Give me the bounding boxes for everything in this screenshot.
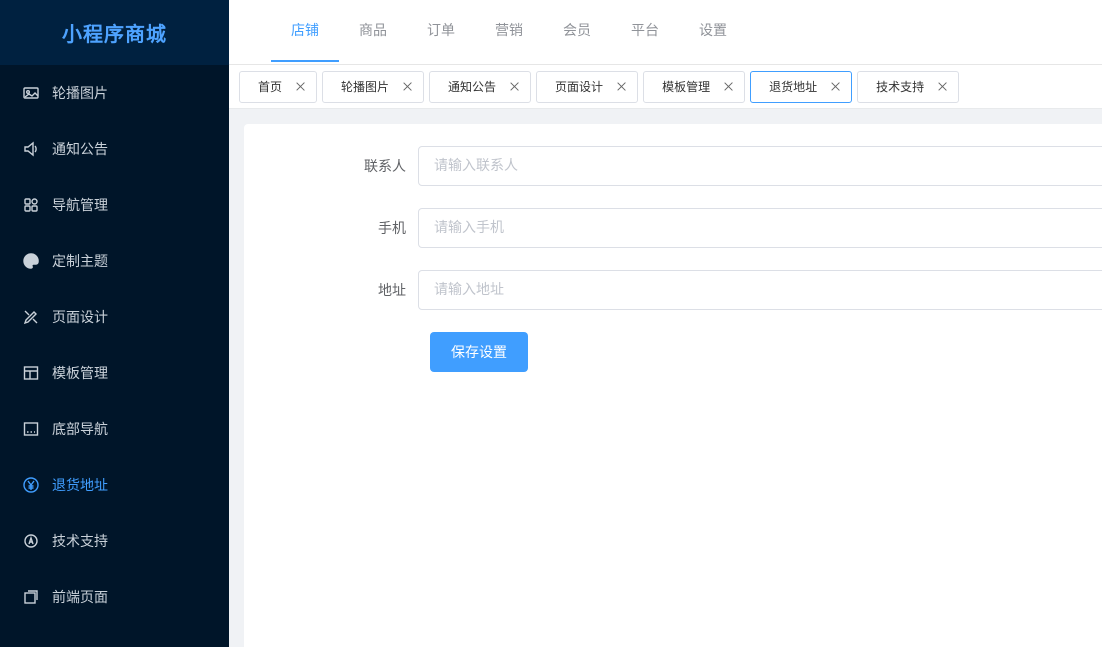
palette-icon bbox=[22, 252, 40, 270]
sidebar-item-label: 前端页面 bbox=[52, 590, 108, 606]
address-row: 地址 bbox=[244, 270, 1102, 310]
sidebar-item-label: 页面设计 bbox=[52, 310, 108, 326]
design-icon bbox=[22, 308, 40, 326]
close-icon[interactable] bbox=[510, 82, 520, 92]
phone-row: 手机 bbox=[244, 208, 1102, 248]
tab-return-address[interactable]: 退货地址 bbox=[750, 70, 853, 103]
sidebar: 小程序商城 轮播图片 通知公告 导航管理 定制主题 页面设计 模板管理 底部导航 bbox=[0, 0, 229, 647]
template-icon bbox=[22, 364, 40, 382]
tab-label: 技术支持 bbox=[876, 80, 925, 94]
sidebar-item-navigation[interactable]: 导航管理 bbox=[0, 177, 229, 233]
tab-bar: 首页 轮播图片 通知公告 页面设计 模板管理 退货地址 技术支持 bbox=[229, 65, 1102, 109]
sidebar-item-label: 导航管理 bbox=[52, 198, 108, 214]
phone-label: 手机 bbox=[378, 221, 406, 237]
topnav-products[interactable]: 商品 bbox=[339, 0, 407, 62]
sidebar-item-label: 轮播图片 bbox=[52, 86, 108, 102]
sidebar-item-label: 退货地址 bbox=[52, 478, 108, 494]
sidebar-item-bottom-nav[interactable]: 底部导航 bbox=[0, 401, 229, 457]
sidebar-item-theme[interactable]: 定制主题 bbox=[0, 233, 229, 289]
yen-icon bbox=[22, 476, 40, 494]
tab-label: 轮播图片 bbox=[341, 80, 390, 94]
sidebar-item-label: 技术支持 bbox=[52, 534, 108, 550]
form-panel: 联系人 手机 地址 保存设置 bbox=[244, 124, 1102, 664]
app-logo-title: 小程序商城 bbox=[0, 0, 229, 65]
sidebar-item-template[interactable]: 模板管理 bbox=[0, 345, 229, 401]
main-area: 店铺 商品 订单 营销 会员 平台 设置 首页 轮播图片 通知公告 页面设计 模… bbox=[229, 0, 1102, 664]
sidebar-item-support[interactable]: 技术支持 bbox=[0, 513, 229, 569]
contact-row: 联系人 bbox=[244, 146, 1102, 186]
tab-label: 模板管理 bbox=[662, 80, 711, 94]
sidebar-item-frontend-pages[interactable]: 前端页面 bbox=[0, 569, 229, 625]
topnav-orders[interactable]: 订单 bbox=[407, 0, 475, 62]
topnav-platform[interactable]: 平台 bbox=[611, 0, 679, 62]
sidebar-item-label: 通知公告 bbox=[52, 142, 108, 158]
address-label: 地址 bbox=[378, 283, 406, 299]
close-icon[interactable] bbox=[831, 82, 841, 92]
topnav-marketing[interactable]: 营销 bbox=[475, 0, 543, 62]
close-icon[interactable] bbox=[617, 82, 627, 92]
close-icon[interactable] bbox=[296, 82, 306, 92]
address-input[interactable] bbox=[418, 270, 1102, 310]
sidebar-item-notice[interactable]: 通知公告 bbox=[0, 121, 229, 177]
speaker-icon bbox=[22, 140, 40, 158]
tab-carousel[interactable]: 轮播图片 bbox=[322, 70, 425, 103]
tab-label: 通知公告 bbox=[448, 80, 497, 94]
tab-template[interactable]: 模板管理 bbox=[643, 70, 746, 103]
tab-notice[interactable]: 通知公告 bbox=[429, 70, 532, 103]
topnav-store[interactable]: 店铺 bbox=[271, 0, 339, 62]
top-navigation: 店铺 商品 订单 营销 会员 平台 设置 bbox=[229, 0, 1102, 65]
contact-input[interactable] bbox=[418, 146, 1102, 186]
sidebar-menu: 轮播图片 通知公告 导航管理 定制主题 页面设计 模板管理 底部导航 退货地址 bbox=[0, 65, 229, 625]
sidebar-item-label: 模板管理 bbox=[52, 366, 108, 382]
sidebar-item-carousel[interactable]: 轮播图片 bbox=[0, 65, 229, 121]
image-icon bbox=[22, 84, 40, 102]
sidebar-item-return-address[interactable]: 退货地址 bbox=[0, 457, 229, 513]
phone-input[interactable] bbox=[418, 208, 1102, 248]
close-icon[interactable] bbox=[403, 82, 413, 92]
tab-support[interactable]: 技术支持 bbox=[857, 70, 960, 103]
tab-home[interactable]: 首页 bbox=[239, 70, 318, 103]
contact-label: 联系人 bbox=[364, 159, 406, 175]
bottom-nav-icon bbox=[22, 420, 40, 438]
support-icon bbox=[22, 532, 40, 550]
close-icon[interactable] bbox=[938, 82, 948, 92]
sidebar-item-page-design[interactable]: 页面设计 bbox=[0, 289, 229, 345]
sidebar-item-label: 定制主题 bbox=[52, 254, 108, 270]
save-settings-button[interactable]: 保存设置 bbox=[430, 332, 528, 372]
tab-page-design[interactable]: 页面设计 bbox=[536, 70, 639, 103]
tab-label: 退货地址 bbox=[769, 80, 818, 94]
tab-label: 首页 bbox=[258, 80, 283, 94]
pages-icon bbox=[22, 588, 40, 606]
topnav-members[interactable]: 会员 bbox=[543, 0, 611, 62]
topnav-settings[interactable]: 设置 bbox=[679, 0, 747, 62]
grid-icon bbox=[22, 196, 40, 214]
tab-label: 页面设计 bbox=[555, 80, 604, 94]
sidebar-item-label: 底部导航 bbox=[52, 422, 108, 438]
close-icon[interactable] bbox=[724, 82, 734, 92]
